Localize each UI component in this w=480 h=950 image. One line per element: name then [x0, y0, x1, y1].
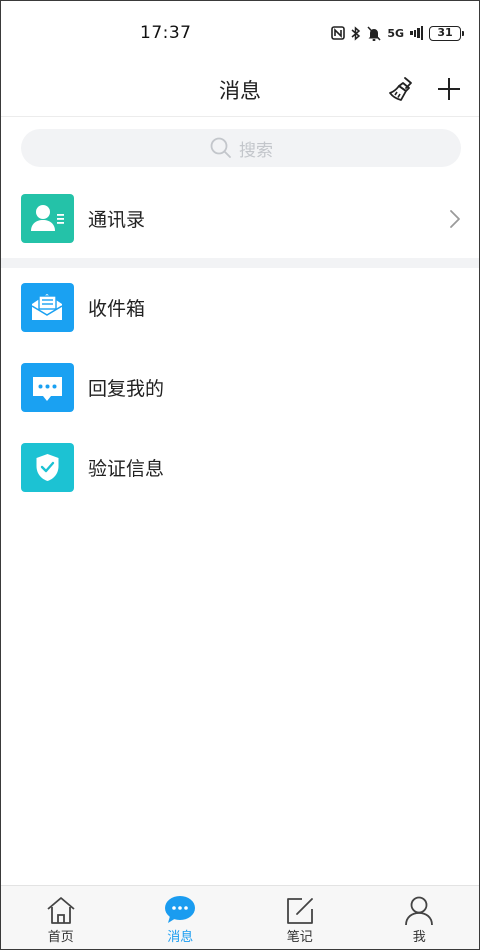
verification-label: 验证信息: [88, 458, 165, 480]
list-item-inbox[interactable]: 收件箱: [1, 268, 479, 348]
inbox-icon: [21, 283, 74, 332]
tab-home[interactable]: 首页: [1, 886, 121, 949]
search-bar[interactable]: 搜索: [21, 129, 461, 167]
nfc-icon: [331, 26, 346, 40]
contacts-icon: [21, 194, 74, 243]
battery-icon: 31: [429, 25, 464, 41]
clear-unread-button[interactable]: [387, 75, 415, 103]
search-icon: [210, 137, 231, 158]
home-icon: [47, 897, 75, 924]
contacts-label: 通讯录: [88, 209, 146, 231]
app-frame: 17:37 5G 31 消息 搜索 通讯录 收件箱 回复我的 验证信息 首页 消…: [0, 0, 480, 950]
signal-icon: [410, 26, 423, 40]
status-bar: 17:37 5G 31: [1, 1, 479, 63]
section-divider: [1, 258, 479, 268]
contacts-row[interactable]: 通讯录: [1, 179, 479, 259]
tab-label-profile: 我: [412, 930, 426, 945]
bottom-tab-bar: 首页 消息 笔记 我: [1, 885, 479, 949]
tab-label-notes: 笔记: [286, 930, 313, 945]
plus-icon: [438, 78, 460, 100]
list-item-replies[interactable]: 回复我的: [1, 348, 479, 428]
mute-icon: [367, 25, 381, 41]
verify-icon: [21, 443, 74, 492]
reply-icon: [21, 363, 74, 412]
network-label: 5G: [387, 26, 404, 40]
top-bar: 消息: [1, 63, 479, 117]
add-button[interactable]: [435, 75, 463, 103]
profile-icon: [405, 896, 434, 925]
tab-messages[interactable]: 消息: [121, 886, 241, 949]
tab-label-home: 首页: [47, 930, 74, 945]
tab-label-messages: 消息: [167, 930, 194, 945]
tab-notes[interactable]: 笔记: [240, 886, 360, 949]
note-icon: [286, 898, 313, 924]
broom-icon: [389, 77, 412, 101]
status-icons: 5G 31: [331, 24, 464, 42]
message-icon: [165, 896, 196, 923]
chevron-right-icon: [450, 210, 460, 228]
list-item-verification[interactable]: 验证信息: [1, 428, 479, 508]
status-time: 17:37: [140, 23, 192, 43]
inbox-label: 收件箱: [88, 298, 146, 320]
search-placeholder: 搜索: [239, 140, 273, 161]
replies-label: 回复我的: [88, 378, 165, 400]
bluetooth-icon: [351, 25, 361, 41]
tab-profile[interactable]: 我: [360, 886, 480, 949]
